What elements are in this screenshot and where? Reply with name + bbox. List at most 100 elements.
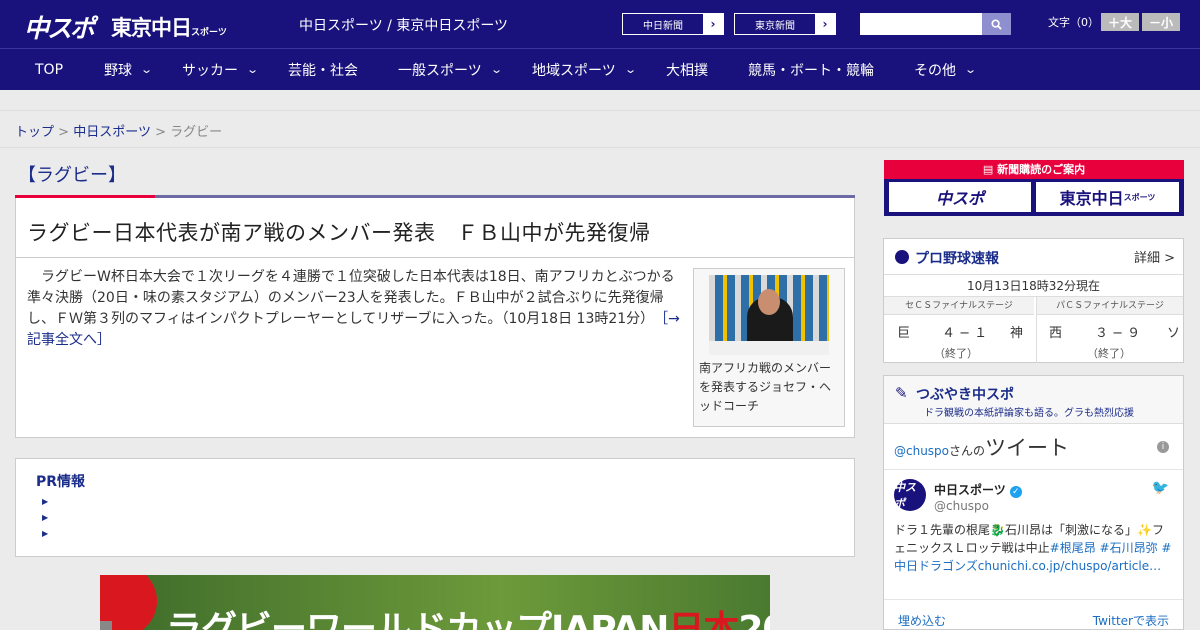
article-photo: 南アフリカ戦のメンバーを発表するジョセフ・ヘッドコーチ	[693, 268, 845, 427]
search-input[interactable]	[860, 13, 982, 35]
breadcrumb-sep: >	[155, 125, 166, 140]
game2-score[interactable]: ３ − ９	[1095, 322, 1140, 341]
nav-soccer-label: サッカー	[182, 62, 238, 79]
twitter-bird-icon[interactable]: 🐦	[1152, 480, 1169, 496]
tokyo-shimbun-label: 東京新聞	[755, 20, 795, 32]
tokyo-shimbun-button[interactable]: 東京新聞 ›	[734, 13, 836, 35]
chunichi-shimbun-button[interactable]: 中日新聞 ›	[622, 13, 724, 35]
game1-home: 巨	[897, 326, 911, 341]
nav-general-sports[interactable]: 一般スポーツ ⌄	[398, 49, 503, 90]
tweets-heading: @chuspoさんのツイート	[894, 432, 1069, 462]
tweet-box: ✎ つぶやき中スポ ドラ観戦の本紙評論家も語る。グラも熱烈応援 @chuspoさ…	[883, 375, 1184, 630]
nav-soccer[interactable]: サッカー ⌄	[182, 49, 260, 90]
nav-top[interactable]: TOP	[35, 49, 63, 90]
header-title: 中日スポーツ / 東京中日スポーツ	[299, 18, 509, 34]
nav-racing[interactable]: 競馬・ボート・競輪	[748, 49, 874, 90]
breadcrumb-top[interactable]: トップ	[15, 125, 54, 140]
baseball-title: プロ野球速報	[915, 251, 999, 267]
breadcrumb-sep: >	[58, 125, 70, 140]
tweet-text-b: 石川昂は「刺激になる」	[1004, 523, 1137, 537]
nav-entertainment[interactable]: 芸能・社会	[288, 49, 358, 90]
tokyo-chunichi-logo[interactable]: 東京中日スポーツ	[111, 12, 227, 42]
tweet-text: ドラ１先輩の根尾🐉石川昂は「刺激になる」✨フェニックスＬロッテ戦は中止#根尾昂 …	[894, 521, 1174, 575]
nav-general-label: 一般スポーツ	[398, 62, 482, 79]
nav-regional-label: 地域スポーツ	[532, 62, 616, 79]
section-title: 【ラグビー】	[18, 165, 126, 186]
divider	[16, 257, 854, 258]
pen-icon: ✎	[895, 384, 908, 402]
banner-text-main: ラグビーワールドカップ	[166, 609, 552, 630]
nav-baseball[interactable]: 野球 ⌄	[104, 49, 154, 90]
stage-pacific: パＣＳファイナルステージ	[1037, 297, 1183, 315]
tweet-box-subtitle: ドラ観戦の本紙評論家も語る。グラも熱烈応援	[924, 408, 1134, 419]
chunichi-shimbun-label: 中日新聞	[643, 20, 683, 32]
tokyo-logo-text: 東京中日	[111, 16, 192, 40]
nav-entertainment-label: 芸能・社会	[288, 62, 358, 79]
article-headline: ラグビー日本代表が南ア戦のメンバー発表 ＦＢ山中が先発復帰	[27, 221, 651, 245]
nav-sumo[interactable]: 大相撲	[666, 49, 708, 90]
banner-text: ラグビーワールドカップJAPAN日本2019™	[166, 600, 770, 630]
nav-other[interactable]: その他 ⌄	[914, 49, 978, 90]
divider	[884, 469, 1183, 470]
banner-text-red: 日本	[668, 609, 739, 630]
article-body-text: ラグビーW杯日本大会で１次リーグを４連勝で１位突破した日本代表は18日、南アフリ…	[27, 269, 675, 327]
article-top-bar-accent	[15, 195, 155, 198]
main-nav: TOP 野球 ⌄ サッカー ⌄ 芸能・社会 一般スポーツ ⌄ 地域スポーツ ⌄ 大相撲 …	[0, 48, 1200, 90]
tokyo-logo-small: スポーツ	[191, 28, 227, 38]
subscribe-title-text: 新聞購読のご案内	[997, 163, 1086, 176]
pr-title: PR情報	[36, 474, 86, 490]
info-icon[interactable]: i	[1157, 441, 1169, 453]
press-conference-photo[interactable]	[709, 275, 829, 355]
tweet-box-title: つぶやき中スポ	[916, 387, 1014, 403]
embed-link[interactable]: 埋め込む	[898, 612, 946, 629]
newspaper-icon: ▤	[982, 163, 998, 176]
subscribe-title: ▤ 新聞購読のご案内	[884, 160, 1184, 179]
baseball-scores: プロ野球速報 詳細 > 10月13日18時32分現在 セＣＳファイナルステージ …	[883, 238, 1184, 363]
article-body: ラグビーW杯日本大会で１次リーグを４連勝で１位突破した日本代表は18日、南アフリ…	[27, 267, 689, 351]
search-form	[860, 13, 1011, 35]
rugby-world-cup-banner[interactable]: ラグビーワールドカップJAPAN日本2019™	[100, 575, 770, 630]
chevron-down-icon: ⌄	[964, 63, 978, 76]
tweet-url[interactable]: chunichi.co.jp/chuspo/article…	[978, 559, 1161, 573]
chevron-down-icon: ⌄	[246, 63, 260, 76]
photo-person-head	[758, 289, 780, 315]
font-smaller-button[interactable]: －小	[1142, 13, 1180, 31]
nav-sumo-label: 大相撲	[666, 62, 708, 79]
subscribe-tokyo-button[interactable]: 東京中日 スポーツ	[1036, 182, 1179, 212]
tweet-account-handle[interactable]: @chuspo	[934, 499, 989, 513]
tweet-account[interactable]: 中日スポーツ ✓	[934, 481, 1022, 498]
pr-box: PR情報 ▶ ▶ ▶	[15, 458, 855, 557]
subscribe-chuspo-button[interactable]: 中スポ	[889, 182, 1031, 212]
tweet-account-name: 中日スポーツ	[934, 483, 1006, 497]
baseball-more-link[interactable]: 詳細 >	[1134, 247, 1175, 266]
chuspo-logo[interactable]: 中スポ	[24, 9, 95, 45]
chevron-right-icon: ›	[815, 14, 835, 34]
sparkles-emoji-icon: ✨	[1136, 523, 1152, 537]
tweets-handle-suffix: さんの	[949, 444, 986, 458]
tweet-header: ✎ つぶやき中スポ ドラ観戦の本紙評論家も語る。グラも熱烈応援	[884, 376, 1183, 424]
snake-emoji-icon: 🐉	[990, 523, 1005, 537]
baseball-icon	[895, 250, 909, 264]
banner-gray-square	[100, 621, 112, 630]
tweets-handle-link[interactable]: @chuspo	[894, 444, 949, 458]
photo-desk	[709, 341, 829, 355]
nav-baseball-label: 野球	[104, 62, 132, 79]
game1-score[interactable]: ４ − １	[942, 322, 987, 341]
caret-right-icon: ▶	[42, 513, 49, 522]
banner-text-year: 2019	[738, 609, 770, 630]
nav-racing-label: 競馬・ボート・競輪	[748, 62, 874, 79]
chevron-down-icon: ⌄	[140, 63, 154, 76]
chevron-right-icon: ›	[703, 14, 723, 34]
search-button[interactable]	[982, 13, 1011, 35]
breadcrumb: トップ > 中日スポーツ > ラグビー	[0, 110, 1200, 148]
breadcrumb-chunichi[interactable]: 中日スポーツ	[73, 125, 151, 140]
avatar[interactable]: 中スポ	[894, 479, 926, 511]
stage-central: セＣＳファイナルステージ	[884, 297, 1034, 315]
caret-right-icon: ▶	[42, 497, 49, 506]
baseball-update-time: 10月13日18時32分現在	[884, 275, 1183, 297]
caret-right-icon: ▶	[42, 529, 49, 538]
game2-status: （終了）	[1087, 347, 1131, 360]
font-larger-button[interactable]: ＋大	[1101, 13, 1139, 31]
view-on-twitter-link[interactable]: Twitterで表示	[1093, 612, 1169, 629]
nav-regional-sports[interactable]: 地域スポーツ ⌄	[532, 49, 637, 90]
